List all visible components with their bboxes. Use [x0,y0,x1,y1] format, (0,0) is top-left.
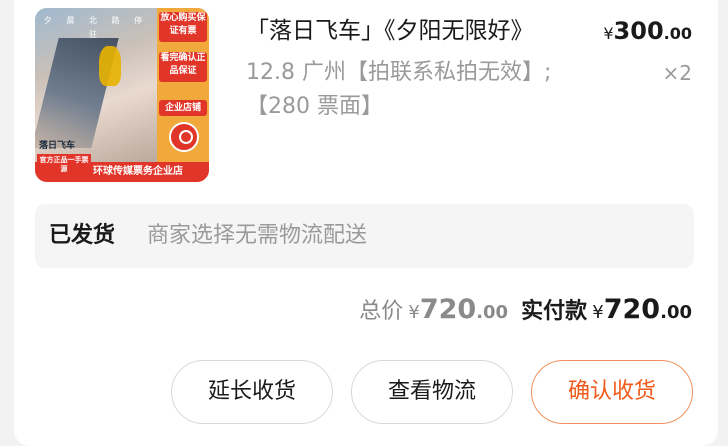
extend-receipt-button[interactable]: 延长收货 [171,360,333,424]
order-item-card: 夕 晨 北 路 停 驻 落日飞车 放心购买保证有票 看完确认正品保证 企业店铺 … [14,0,718,446]
price-decimal: .00 [663,24,692,43]
paid-currency: ¥ [592,302,604,323]
total-label: 总价 [359,299,404,324]
total-decimal: .00 [476,302,509,323]
order-totals: 总价 ¥720.00 实付款 ¥720.00 [359,292,692,331]
paid-integer: 720 [603,294,661,325]
total-currency: ¥ [408,302,420,323]
store-name-text: 环球传媒票务企业店 [93,166,183,177]
view-logistics-button[interactable]: 查看物流 [351,360,513,424]
confirm-receipt-button[interactable]: 确认收货 [531,360,693,424]
store-seal-icon [169,122,199,152]
product-title[interactable]: 「落日飞车」《夕阳无限好》 [246,14,586,48]
enterprise-store-tag: 企业店铺 [159,100,207,116]
paid-label: 实付款 [521,299,588,324]
shipping-status[interactable]: 已发货 商家选择无需物流配送 [35,204,694,268]
product-thumbnail[interactable]: 夕 晨 北 路 停 驻 落日飞车 放心购买保证有票 看完确认正品保证 企业店铺 … [35,8,209,182]
unit-price: ¥300.00 [603,14,692,51]
price-integer: 300 [613,17,664,45]
guarantee-tag: 放心购买保证有票 [159,12,207,42]
paid-decimal: .00 [660,302,692,323]
product-spec: 12.8 广州【拍联系私拍无效】;【280 票面】 [246,60,552,119]
shipping-status-label: 已发货 [49,223,116,248]
quantity: ×2 [662,61,692,85]
total-integer: 720 [419,294,477,325]
official-source-tag: 官方正品一手票源 [37,154,91,174]
authenticity-tag: 看完确认正品保证 [159,52,207,82]
shipping-status-text: 商家选择无需物流配送 [147,223,368,248]
price-currency: ¥ [603,24,614,43]
poster-banner-text: 夕 晨 北 路 停 驻 [43,16,149,39]
store-banner: 官方正品一手票源 环球传媒票务企业店 [35,154,209,182]
poster-logo: 落日飞车 [39,141,76,151]
